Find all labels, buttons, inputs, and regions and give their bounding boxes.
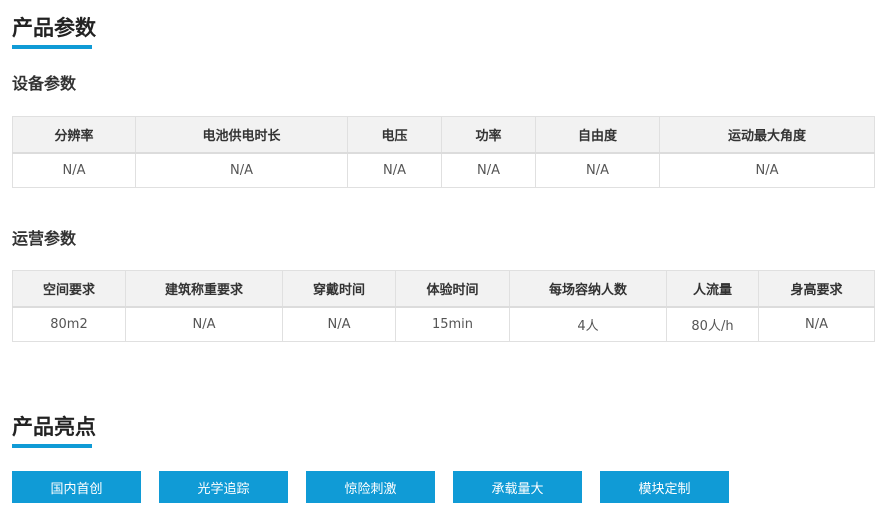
device-header-power: 功率 [441,116,536,154]
highlights-title-text: 产品亮点 [12,415,96,439]
operation-header-space: 空间要求 [12,270,126,308]
operation-value-wear-time: N/A [282,306,396,342]
device-header-dof: 自由度 [535,116,660,154]
device-header-battery-life: 电池供电时长 [135,116,348,154]
operation-header-height: 身高要求 [758,270,875,308]
highlight-tag-thrilling[interactable]: 惊险刺激 [306,471,435,503]
highlight-tag-first-in-china[interactable]: 国内首创 [12,471,141,503]
device-value-power: N/A [441,152,536,188]
device-value-voltage: N/A [347,152,442,188]
device-value-battery-life: N/A [135,152,348,188]
table-row: N/A N/A N/A N/A N/A N/A [12,152,875,188]
operation-value-throughput: 80人/h [666,306,759,342]
table-row: 80m2 N/A N/A 15min 4人 80人/h N/A [12,306,875,342]
device-params-title: 设备参数 [12,74,77,93]
highlight-tag-high-capacity[interactable]: 承载量大 [453,471,582,503]
operation-value-height: N/A [758,306,875,342]
device-value-dof: N/A [535,152,660,188]
device-value-resolution: N/A [12,152,136,188]
product-params-title: 产品参数 [12,14,96,49]
operation-header-load: 建筑称重要求 [125,270,283,308]
operation-value-capacity: 4人 [509,306,667,342]
device-header-resolution: 分辨率 [12,116,136,154]
device-header-voltage: 电压 [347,116,442,154]
operation-params-table: 空间要求 建筑称重要求 穿戴时间 体验时间 每场容纳人数 人流量 身高要求 80… [12,270,875,342]
device-header-max-angle: 运动最大角度 [659,116,875,154]
highlights-list: 国内首创 光学追踪 惊险刺激 承载量大 模块定制 [12,471,747,503]
operation-value-experience-time: 15min [395,306,510,342]
operation-header-wear-time: 穿戴时间 [282,270,396,308]
operation-header-capacity: 每场容纳人数 [509,270,667,308]
device-params-header-row: 分辨率 电池供电时长 电压 功率 自由度 运动最大角度 [12,116,875,154]
operation-header-throughput: 人流量 [666,270,759,308]
highlight-tag-modular-custom[interactable]: 模块定制 [600,471,729,503]
device-params-table: 分辨率 电池供电时长 电压 功率 自由度 运动最大角度 N/A N/A N/A … [12,116,875,188]
product-params-title-text: 产品参数 [12,16,96,40]
operation-header-experience-time: 体验时间 [395,270,510,308]
highlights-title-underline [12,444,92,448]
device-value-max-angle: N/A [659,152,875,188]
operation-value-load: N/A [125,306,283,342]
operation-params-title: 运营参数 [12,229,77,248]
product-params-title-underline [12,45,92,49]
operation-value-space: 80m2 [12,306,126,342]
highlight-tag-optical-tracking[interactable]: 光学追踪 [159,471,288,503]
highlights-title: 产品亮点 [12,413,96,448]
operation-params-header-row: 空间要求 建筑称重要求 穿戴时间 体验时间 每场容纳人数 人流量 身高要求 [12,270,875,308]
